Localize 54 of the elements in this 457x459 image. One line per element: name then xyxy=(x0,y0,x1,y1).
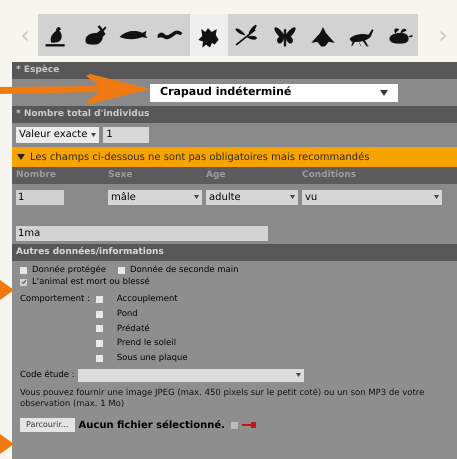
collapse-caret-icon[interactable] xyxy=(17,154,25,160)
fish-icon xyxy=(118,29,148,41)
checkbox-label: Prédaté xyxy=(116,322,150,336)
animal-tab[interactable] xyxy=(228,14,266,56)
note-field[interactable]: 1ma xyxy=(16,226,268,241)
checkbox[interactable] xyxy=(20,266,27,274)
checkbox-label: L'animal est mort ou blessé xyxy=(32,276,150,288)
dropdown-caret-icon xyxy=(91,133,96,137)
checkbox[interactable] xyxy=(96,354,103,362)
dropdown-caret-icon xyxy=(296,373,301,378)
animal-tab[interactable] xyxy=(152,14,190,56)
count-mode-select[interactable]: Valeur exacte xyxy=(16,127,100,143)
animal-tab[interactable] xyxy=(380,14,418,56)
section-header: Autres données/informations xyxy=(12,244,457,261)
checkbox-label: Donnée de seconde main xyxy=(130,264,239,276)
checkbox-label: Prend le soleil xyxy=(116,337,176,350)
dropdown-caret-icon xyxy=(194,194,199,198)
column-header: Age xyxy=(206,168,227,182)
section-header: * Espèce xyxy=(12,62,457,79)
column-header: Nombre xyxy=(16,168,58,182)
dropdown-caret-icon xyxy=(434,194,439,198)
checkbox[interactable] xyxy=(96,310,103,318)
age-select[interactable]: adulte xyxy=(206,190,298,204)
checkbox-label: Sous une plaque xyxy=(116,352,188,365)
checkbox-label: Accouplement xyxy=(116,293,178,306)
behaviour-label: Comportement : xyxy=(20,293,90,306)
study-code-label: Code étude : xyxy=(20,368,75,382)
banner-text: Les champs ci-dessous ne sont pas obligatoires mais recommandés xyxy=(30,150,370,164)
animal-tab[interactable] xyxy=(38,14,76,56)
annotation-arrow xyxy=(0,434,14,454)
sex-select[interactable]: mâle xyxy=(108,190,202,204)
checkbox[interactable] xyxy=(96,325,103,332)
condition-select[interactable]: vu xyxy=(302,190,442,204)
key-icon xyxy=(242,422,256,428)
species-select[interactable]: Crapaud indéterminé xyxy=(150,84,398,102)
checkbox[interactable] xyxy=(230,422,238,429)
count-field[interactable]: 1 xyxy=(103,127,150,143)
checkbox[interactable] xyxy=(96,340,103,348)
section-header: * Nombre total d'individus xyxy=(12,106,457,123)
animal-tab[interactable] xyxy=(190,14,228,56)
checkbox[interactable] xyxy=(96,296,103,303)
checkbox[interactable] xyxy=(20,278,27,286)
checkbox-label: Pond xyxy=(116,308,138,320)
file-status-text: Aucun fichier sélectionné. xyxy=(78,418,225,433)
column-header: Sexe xyxy=(108,168,134,182)
checkbox-label: Donnée protégée xyxy=(32,264,106,276)
browse-button[interactable]: Parcourir... xyxy=(20,418,75,432)
dropdown-caret-icon xyxy=(380,90,388,96)
annotation-arrow xyxy=(0,280,14,300)
upload-help-text: Vous pouvez fournir une image JPEG (max. 450 pixels sur le petit coté) ou un son MP3 de votre observation (max. 1 Mo) xyxy=(20,388,426,410)
number-field[interactable]: 1 xyxy=(16,190,64,204)
checkbox[interactable] xyxy=(118,266,126,274)
column-header: Conditions xyxy=(302,168,358,182)
dropdown-caret-icon xyxy=(290,194,295,198)
